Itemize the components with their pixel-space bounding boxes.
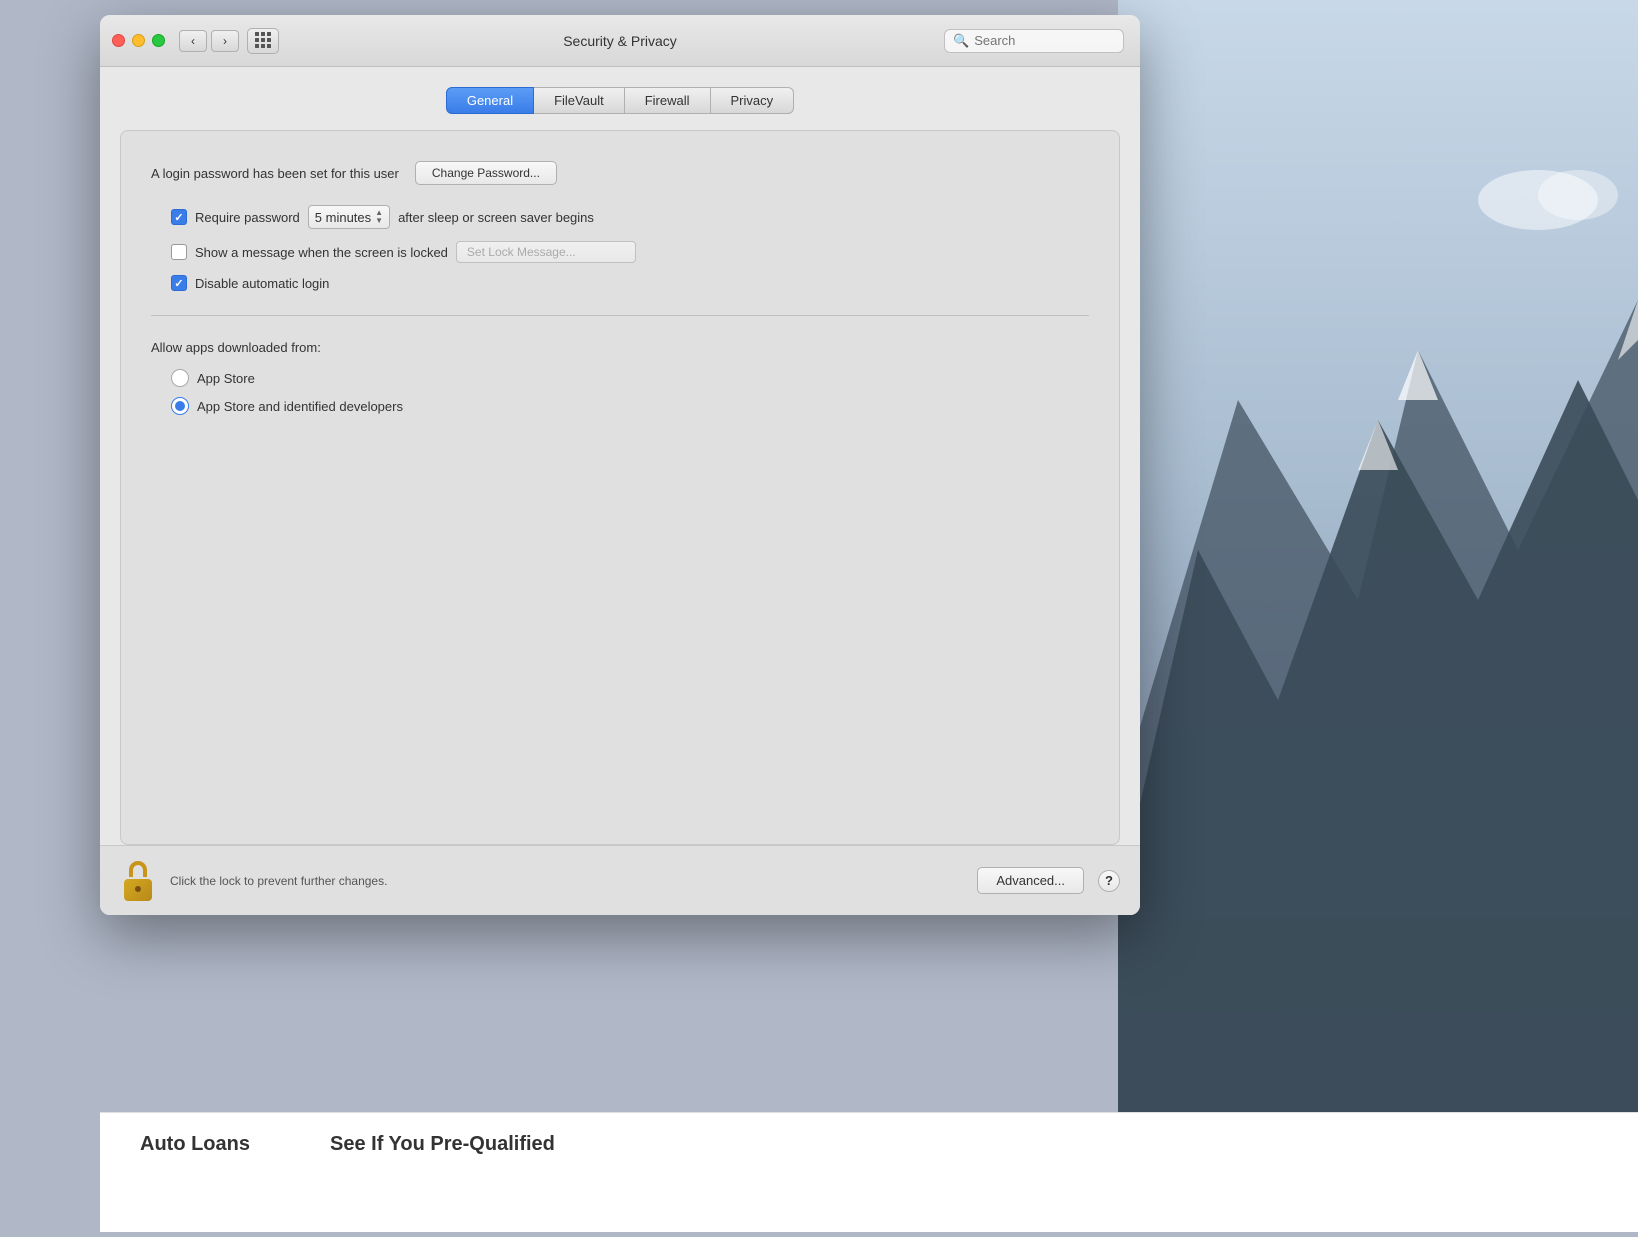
maximize-button[interactable] xyxy=(152,34,165,47)
grid-icon xyxy=(255,32,272,49)
options-section: Require password 5 minutes ▲ ▼ after sle… xyxy=(171,205,1089,291)
back-button[interactable]: ‹ xyxy=(179,30,207,52)
traffic-lights xyxy=(112,34,165,47)
dropdown-value: 5 minutes xyxy=(315,210,371,225)
system-preferences-window: ‹ › Security & Privacy 🔍 General FileVau… xyxy=(100,15,1140,915)
disable-auto-login-checkbox[interactable] xyxy=(171,275,187,291)
settings-panel: A login password has been set for this u… xyxy=(120,130,1120,845)
app-store-label: App Store xyxy=(197,371,255,386)
show-message-checkbox[interactable] xyxy=(171,244,187,260)
dropdown-arrows-icon: ▲ ▼ xyxy=(375,209,383,225)
tab-privacy[interactable]: Privacy xyxy=(711,87,795,114)
app-store-identified-label: App Store and identified developers xyxy=(197,399,403,414)
lock-icon[interactable] xyxy=(120,861,156,901)
download-section-title: Allow apps downloaded from: xyxy=(151,340,1089,355)
window-title: Security & Privacy xyxy=(563,33,677,49)
content-area: General FileVault Firewall Privacy A log… xyxy=(100,67,1140,915)
require-password-suffix: after sleep or screen saver begins xyxy=(398,210,594,225)
desktop-background xyxy=(1118,0,1638,1232)
bottom-left-text: Auto Loans xyxy=(140,1133,250,1156)
disable-auto-login-row: Disable automatic login xyxy=(171,275,1089,291)
app-store-identified-option: App Store and identified developers xyxy=(171,397,1089,415)
nav-buttons: ‹ › xyxy=(179,30,239,52)
lock-shackle xyxy=(129,861,147,877)
radio-options: App Store App Store and identified devel… xyxy=(171,369,1089,415)
require-password-prefix: Require password xyxy=(195,210,300,225)
search-input[interactable] xyxy=(974,33,1114,48)
bottom-partial-content: Auto Loans See If You Pre-Qualified xyxy=(100,1112,1638,1232)
forward-button[interactable]: › xyxy=(211,30,239,52)
section-divider xyxy=(151,315,1089,316)
app-store-identified-radio[interactable] xyxy=(171,397,189,415)
tab-filevault[interactable]: FileVault xyxy=(534,87,625,114)
advanced-button[interactable]: Advanced... xyxy=(977,867,1084,894)
disable-auto-login-label: Disable automatic login xyxy=(195,276,329,291)
require-password-checkbox[interactable] xyxy=(171,209,187,225)
login-password-text: A login password has been set for this u… xyxy=(151,166,399,181)
lock-status-text: Click the lock to prevent further change… xyxy=(170,874,963,888)
grid-view-button[interactable] xyxy=(247,28,279,54)
show-message-label: Show a message when the screen is locked xyxy=(195,245,448,260)
lock-message-placeholder: Set Lock Message... xyxy=(467,245,576,259)
search-bar[interactable]: 🔍 xyxy=(944,29,1124,53)
title-bar: ‹ › Security & Privacy 🔍 xyxy=(100,15,1140,67)
download-section: Allow apps downloaded from: App Store Ap… xyxy=(151,340,1089,415)
app-store-option: App Store xyxy=(171,369,1089,387)
tab-bar: General FileVault Firewall Privacy xyxy=(100,87,1140,114)
require-password-row: Require password 5 minutes ▲ ▼ after sle… xyxy=(171,205,1089,229)
search-icon: 🔍 xyxy=(953,33,969,49)
minimize-button[interactable] xyxy=(132,34,145,47)
change-password-button[interactable]: Change Password... xyxy=(415,161,557,185)
app-store-radio[interactable] xyxy=(171,369,189,387)
tab-firewall[interactable]: Firewall xyxy=(625,87,711,114)
lock-keyhole xyxy=(135,886,141,892)
tab-general[interactable]: General xyxy=(446,87,534,114)
bottom-bar: Click the lock to prevent further change… xyxy=(100,845,1140,915)
lock-body xyxy=(124,879,152,901)
help-button[interactable]: ? xyxy=(1098,870,1120,892)
login-password-row: A login password has been set for this u… xyxy=(151,161,1089,185)
bottom-right-text: See If You Pre-Qualified xyxy=(330,1133,555,1156)
lock-message-input[interactable]: Set Lock Message... xyxy=(456,241,636,263)
close-button[interactable] xyxy=(112,34,125,47)
password-timeout-dropdown[interactable]: 5 minutes ▲ ▼ xyxy=(308,205,390,229)
show-message-row: Show a message when the screen is locked… xyxy=(171,241,1089,263)
